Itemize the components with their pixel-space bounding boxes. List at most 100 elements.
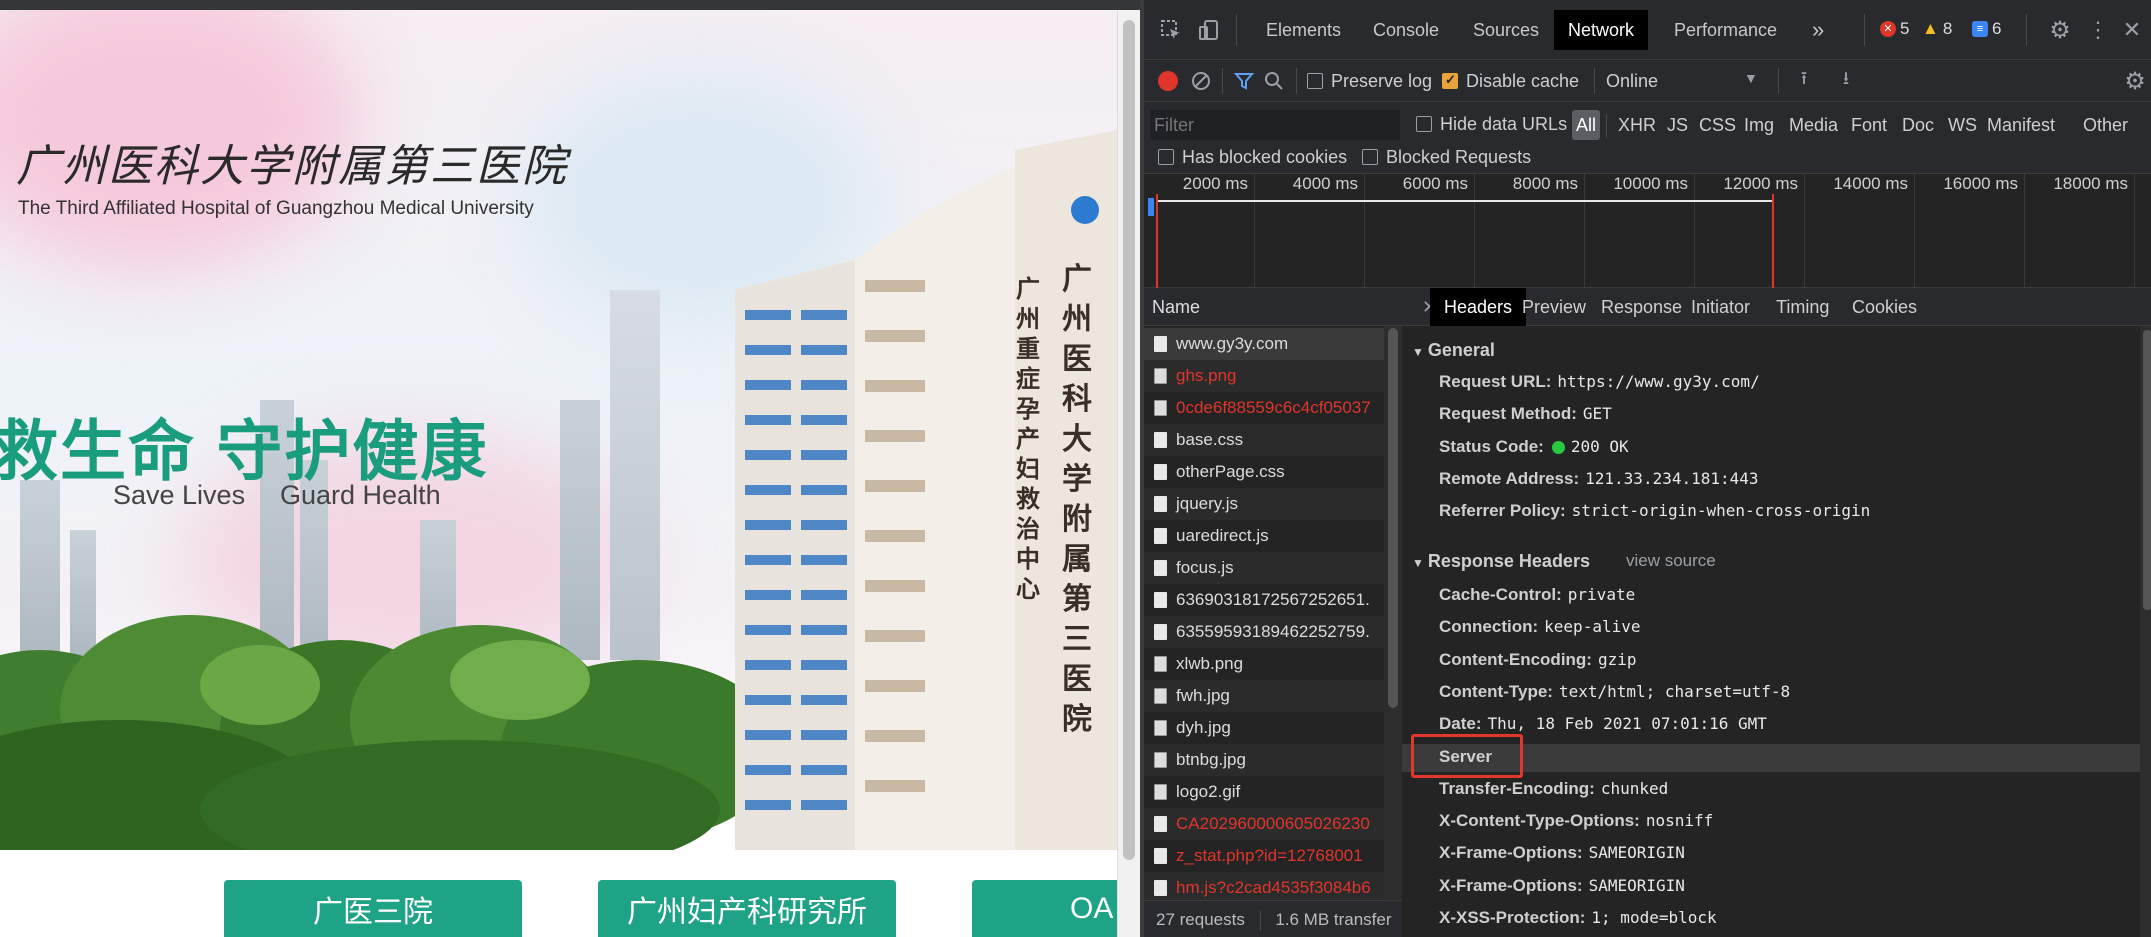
header-row[interactable]: Remote Address: 121.33.234.181:443 xyxy=(1439,469,1759,489)
network-timeline-overview[interactable]: 2000 ms 4000 ms 6000 ms 8000 ms 10000 ms… xyxy=(1144,174,2151,288)
view-source-link[interactable]: view source xyxy=(1626,551,1716,571)
header-row[interactable]: Date: Thu, 18 Feb 2021 07:01:16 GMT xyxy=(1439,714,1767,734)
filter-type-img[interactable]: Img xyxy=(1740,110,1778,140)
request-row[interactable]: 0cde6f88559c6c4cf05037 xyxy=(1144,392,1384,424)
inspect-element-icon[interactable] xyxy=(1158,17,1184,43)
filter-type-manifest[interactable]: Manifest xyxy=(1983,110,2059,140)
request-list-scrollbar-thumb[interactable] xyxy=(1388,328,1398,708)
header-value: nosniff xyxy=(1645,811,1714,831)
tab-sources[interactable]: Sources xyxy=(1459,10,1553,50)
disable-cache-label[interactable]: Disable cache xyxy=(1466,71,1579,92)
header-row[interactable]: Content-Type: text/html; charset=utf-8 xyxy=(1439,682,1790,702)
blocked-requests-label[interactable]: Blocked Requests xyxy=(1386,147,1531,168)
page-scrollbar[interactable] xyxy=(1117,10,1140,937)
header-row[interactable]: Request Method: GET xyxy=(1439,404,1612,424)
close-devtools-icon[interactable]: ✕ xyxy=(2118,16,2146,44)
request-row[interactable]: ghs.png xyxy=(1144,360,1384,392)
header-row[interactable]: Content-Encoding: gzip xyxy=(1439,650,1637,670)
filter-type-all[interactable]: All xyxy=(1572,110,1601,140)
filter-icon[interactable] xyxy=(1232,69,1256,93)
nav-button-gy3y[interactable]: 广医三院 xyxy=(224,880,522,937)
request-row[interactable]: logo2.gif xyxy=(1144,776,1384,808)
filter-type-css[interactable]: CSS xyxy=(1695,110,1740,140)
error-count-badge[interactable]: ✕ 5 xyxy=(1880,19,1909,39)
tab-cookies[interactable]: Cookies xyxy=(1838,288,1931,326)
header-row[interactable]: X-Frame-Options: SAMEORIGIN xyxy=(1439,843,1685,863)
request-row[interactable]: base.css xyxy=(1144,424,1384,456)
throttling-select[interactable]: Online xyxy=(1606,71,1658,92)
request-row[interactable]: btnbg.jpg xyxy=(1144,744,1384,776)
chevron-down-icon[interactable]: ▼ xyxy=(1744,70,1758,86)
tab-console[interactable]: Console xyxy=(1359,10,1453,50)
header-row[interactable]: Transfer-Encoding: chunked xyxy=(1439,779,1668,799)
hospital-logo-chinese[interactable]: 广州医科大学附属第三医院 xyxy=(16,130,568,194)
filter-type-font[interactable]: Font xyxy=(1847,110,1891,140)
request-row[interactable]: jquery.js xyxy=(1144,488,1384,520)
nav-button-oa[interactable]: OA xyxy=(972,880,1140,937)
tab-network[interactable]: Network xyxy=(1554,10,1649,50)
request-row[interactable]: 63559593189462252759. xyxy=(1144,616,1384,648)
header-row[interactable]: Request URL: https://www.gy3y.com/ xyxy=(1439,372,1760,392)
export-har-icon[interactable]: ⭳ xyxy=(1834,68,1858,93)
filter-type-xhr[interactable]: XHR xyxy=(1614,110,1660,140)
header-row[interactable]: Referrer Policy: strict-origin-when-cross… xyxy=(1439,501,1870,521)
clear-icon[interactable] xyxy=(1189,69,1213,93)
warning-count-badge[interactable]: ▲ 8 xyxy=(1922,19,1952,39)
record-icon[interactable] xyxy=(1156,69,1180,93)
request-row[interactable]: xlwb.png xyxy=(1144,648,1384,680)
tab-initiator[interactable]: Initiator xyxy=(1677,288,1764,326)
header-row[interactable]: Status Code: 200 OK xyxy=(1439,437,1629,457)
hide-data-urls-label[interactable]: Hide data URLs xyxy=(1440,114,1567,135)
disable-cache-checkbox[interactable] xyxy=(1442,72,1458,89)
nav-button-obgyn-institute[interactable]: 广州妇产科研究所 xyxy=(598,880,896,937)
import-har-icon[interactable]: ⭱ xyxy=(1792,68,1816,93)
preserve-log-checkbox[interactable] xyxy=(1307,73,1323,89)
message-count-badge[interactable]: ≡ 6 xyxy=(1972,19,2001,39)
request-row[interactable]: 63690318172567252651. xyxy=(1144,584,1384,616)
preserve-log-label[interactable]: Preserve log xyxy=(1331,71,1432,92)
request-row[interactable]: fwh.jpg xyxy=(1144,680,1384,712)
has-blocked-cookies-label[interactable]: Has blocked cookies xyxy=(1182,147,1347,168)
network-settings-gear-icon[interactable]: ⚙ xyxy=(2122,68,2148,95)
request-row[interactable]: CA202960000605026230 xyxy=(1144,808,1384,840)
search-icon[interactable] xyxy=(1262,69,1286,93)
header-row[interactable]: X-Content-Type-Options: nosniff xyxy=(1439,811,1713,831)
filter-type-js[interactable]: JS xyxy=(1663,110,1692,140)
document-file-icon xyxy=(1154,816,1167,832)
request-name: fwh.jpg xyxy=(1176,686,1230,705)
header-row[interactable]: Cache-Control: private xyxy=(1439,585,1635,605)
filter-type-ws[interactable]: WS xyxy=(1944,110,1981,140)
request-row[interactable]: focus.js xyxy=(1144,552,1384,584)
filter-type-doc[interactable]: Doc xyxy=(1898,110,1938,140)
has-blocked-cookies-checkbox[interactable] xyxy=(1158,149,1174,165)
header-row[interactable]: Connection: keep-alive xyxy=(1439,617,1640,637)
device-toolbar-icon[interactable] xyxy=(1196,17,1222,43)
request-row[interactable]: uaredirect.js xyxy=(1144,520,1384,552)
filter-type-media[interactable]: Media xyxy=(1785,110,1842,140)
request-row[interactable]: www.gy3y.com xyxy=(1144,328,1384,360)
request-row[interactable]: dyh.jpg xyxy=(1144,712,1384,744)
header-row[interactable]: X-Frame-Options: SAMEORIGIN xyxy=(1439,876,1685,896)
name-column-header[interactable]: Name xyxy=(1144,288,1402,326)
request-row[interactable]: otherPage.css xyxy=(1144,456,1384,488)
network-summary-bar: 27 requests 1.6 MB transfer xyxy=(1144,900,1402,937)
filter-type-other[interactable]: Other xyxy=(2079,110,2132,140)
general-section-header[interactable]: ▼ General xyxy=(1412,340,1495,361)
detail-scrollbar-thumb[interactable] xyxy=(2143,330,2151,610)
request-row[interactable]: z_stat.php?id=12768001 xyxy=(1144,840,1384,872)
blocked-requests-checkbox[interactable] xyxy=(1362,149,1378,165)
settings-gear-icon[interactable]: ⚙ xyxy=(2046,16,2074,44)
tab-elements[interactable]: Elements xyxy=(1252,10,1355,50)
page-scrollbar-thumb[interactable] xyxy=(1123,20,1135,860)
more-tabs-icon[interactable]: » xyxy=(1798,10,1838,50)
tab-performance[interactable]: Performance xyxy=(1660,10,1791,50)
response-headers-section-header[interactable]: ▼ Response Headers xyxy=(1412,551,1590,572)
detail-scrollbar[interactable] xyxy=(2140,326,2151,937)
filter-input[interactable] xyxy=(1150,110,1400,140)
hospital-logo-english[interactable]: The Third Affiliated Hospital of Guangzh… xyxy=(18,198,534,220)
tab-timing[interactable]: Timing xyxy=(1762,288,1843,326)
hide-data-urls-checkbox[interactable] xyxy=(1416,116,1432,132)
header-row[interactable]: X-XSS-Protection: 1; mode=block xyxy=(1439,908,1717,928)
request-list-scrollbar[interactable] xyxy=(1384,326,1402,906)
more-options-icon[interactable]: ⋮ xyxy=(2087,16,2109,44)
